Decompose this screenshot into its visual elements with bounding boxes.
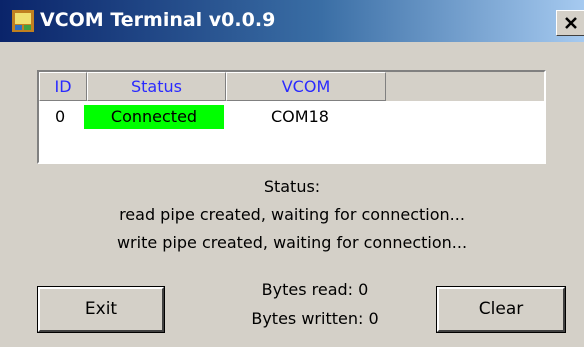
row-vcom: COM18 [271,107,329,126]
close-icon [563,15,579,31]
column-header-id[interactable]: ID [39,72,87,101]
app-icon [10,8,36,34]
status-heading: Status: [263,177,321,196]
status-badge: Connected [84,105,224,129]
window-title: VCOM Terminal v0.0.9 [40,9,276,31]
list-header: ID Status VCOM [39,72,544,101]
app-window: VCOM Terminal v0.0.9 ID Status VCOM 0 Co… [0,0,584,347]
close-button[interactable] [556,10,584,36]
bytes-read-label: Bytes read: 0 [261,280,369,299]
row-id: 0 [55,107,66,126]
status-line-read: read pipe created, waiting for connectio… [119,205,465,224]
clear-button[interactable]: Clear [436,286,566,333]
column-header-vcom[interactable]: VCOM [226,72,386,101]
connection-list[interactable]: ID Status VCOM 0 Connected COM18 [37,70,546,164]
column-header-status[interactable]: Status [87,72,226,101]
bytes-written-label: Bytes written: 0 [251,309,379,328]
exit-button[interactable]: Exit [37,286,165,333]
list-item[interactable]: 0 Connected COM18 [39,105,544,129]
status-line-write: write pipe created, waiting for connecti… [116,233,468,252]
title-bar[interactable]: VCOM Terminal v0.0.9 [0,0,584,42]
